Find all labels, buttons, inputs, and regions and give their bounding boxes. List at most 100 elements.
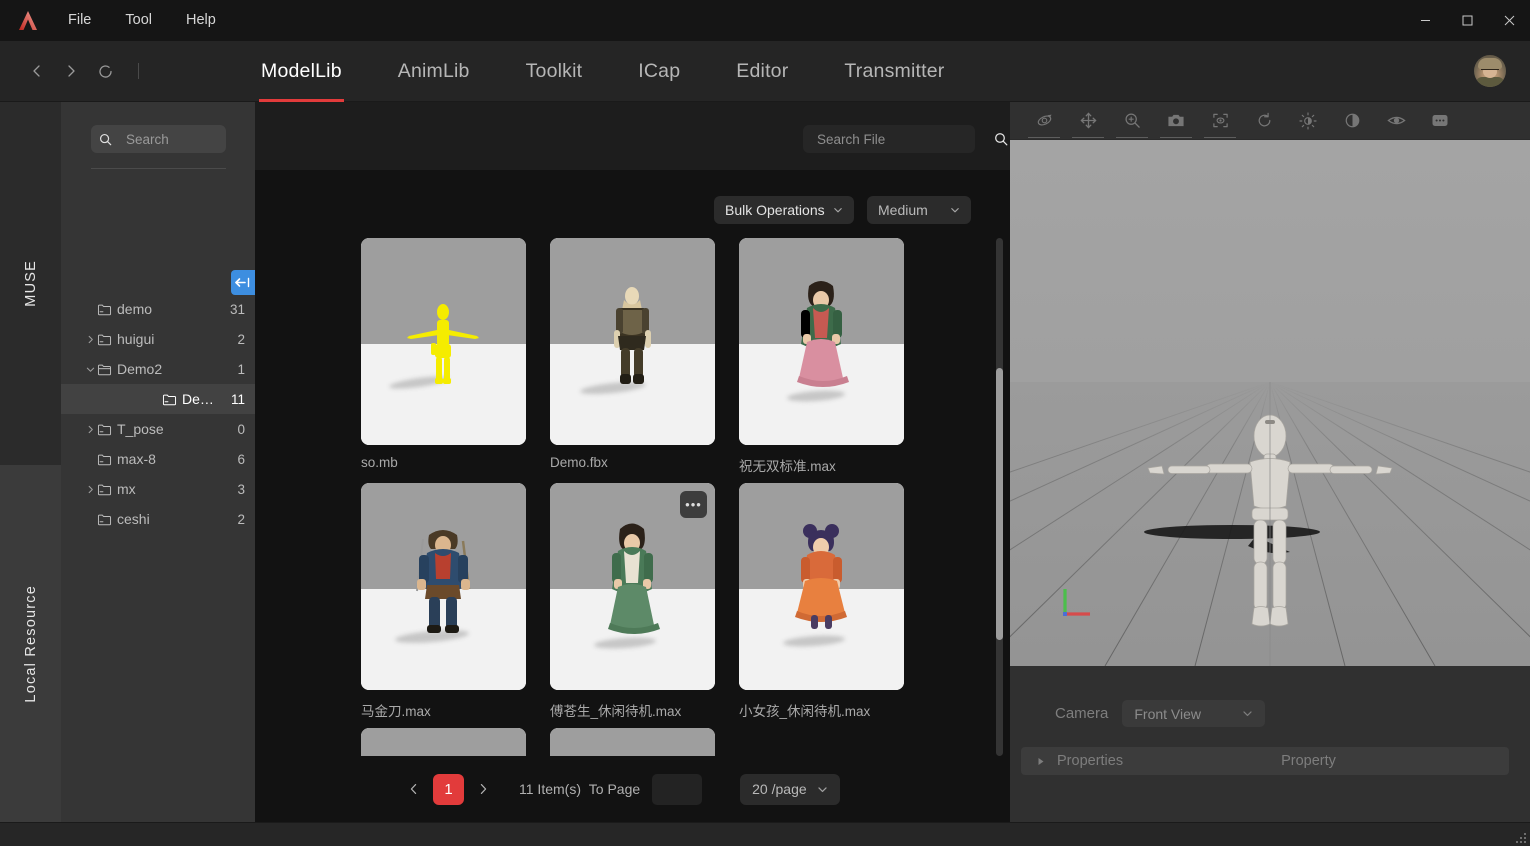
next-page-button[interactable] <box>469 775 497 803</box>
search-icon[interactable] <box>994 132 1008 146</box>
tree-item-count: 3 <box>237 481 245 497</box>
back-button[interactable] <box>22 56 52 86</box>
folder-icon <box>97 303 112 316</box>
chevron-down-icon <box>950 205 960 215</box>
more-options-icon[interactable] <box>1426 108 1454 134</box>
tree-item-demo2-selected[interactable]: Demo2 11 <box>61 384 255 414</box>
pan-icon[interactable] <box>1072 108 1104 138</box>
tree-item-label: T_pose <box>117 421 164 437</box>
search-icon <box>99 133 112 146</box>
file-card[interactable]: ••• 傅苍生_休闲待机.max <box>550 483 715 728</box>
menu-tool[interactable]: Tool <box>113 9 164 32</box>
file-thumbnail[interactable] <box>361 238 526 445</box>
zoom-in-icon[interactable] <box>1116 108 1148 138</box>
file-search-input[interactable] <box>803 131 994 147</box>
properties-bar[interactable]: Properties Property <box>1021 747 1509 775</box>
tree-item-huigui[interactable]: huigui 2 <box>61 324 255 354</box>
vertical-tab-muse[interactable]: MUSE <box>0 102 61 465</box>
minimize-button[interactable] <box>1404 0 1446 41</box>
tree-item-demo[interactable]: demo 31 <box>61 294 255 324</box>
item-count-label: 11 Item(s) To Page <box>519 781 640 797</box>
file-thumbnail[interactable] <box>739 483 904 690</box>
tree-item-t-pose[interactable]: T_pose 0 <box>61 414 255 444</box>
tab-editor[interactable]: Editor <box>708 41 816 102</box>
page-number-1[interactable]: 1 <box>433 773 464 805</box>
focus-frame-icon[interactable] <box>1204 108 1236 138</box>
file-card[interactable]: Demo.fbx <box>550 238 715 483</box>
to-page-input[interactable] <box>652 773 703 805</box>
file-card[interactable] <box>361 728 526 756</box>
chevron-down-icon <box>833 205 843 215</box>
refresh-button[interactable] <box>90 56 120 86</box>
camera-view-value: Front View <box>1134 705 1202 722</box>
file-grid-scrollbar[interactable] <box>996 238 1003 756</box>
property-label: Property <box>1281 753 1336 769</box>
tab-modellib[interactable]: ModelLib <box>233 41 370 102</box>
avatar[interactable] <box>1474 55 1506 87</box>
visibility-icon[interactable] <box>1382 108 1410 134</box>
file-card[interactable]: 马金刀.max <box>361 483 526 728</box>
sidebar-divider <box>91 168 226 169</box>
scrollbar-thumb[interactable] <box>996 368 1003 640</box>
tree-item-mx[interactable]: mx 3 <box>61 474 255 504</box>
forward-button[interactable] <box>56 56 86 86</box>
brightness-icon[interactable] <box>1294 108 1322 134</box>
prev-page-button[interactable] <box>400 775 428 803</box>
file-card[interactable] <box>550 728 715 756</box>
file-thumbnail[interactable] <box>739 238 904 445</box>
tree-item-count: 31 <box>229 301 245 317</box>
file-thumbnail[interactable]: ••• <box>550 483 715 690</box>
file-name: 傅苍生_休闲待机.max <box>550 704 682 719</box>
thumbnail-size-dropdown[interactable]: Medium <box>867 196 971 224</box>
tree-item-demo2-parent[interactable]: Demo2 1 <box>61 354 255 384</box>
file-name: 祝无双标准.max <box>739 459 836 474</box>
reset-rotate-icon[interactable] <box>1250 108 1278 134</box>
chevron-down-icon[interactable] <box>83 365 97 374</box>
file-thumbnail[interactable] <box>550 728 715 756</box>
to-page-label: To Page <box>588 781 641 797</box>
close-button[interactable] <box>1488 0 1530 41</box>
vertical-tab-bar: MUSE Local Resource <box>0 102 61 822</box>
tree-item-count: 6 <box>237 451 245 467</box>
camera-view-dropdown[interactable]: Front View <box>1122 700 1266 727</box>
chevron-right-icon[interactable] <box>83 485 97 494</box>
chevron-right-icon[interactable] <box>83 335 97 344</box>
tree-item-max-8[interactable]: max-8 6 <box>61 444 255 474</box>
tab-icap[interactable]: ICap <box>610 41 708 102</box>
page-size-dropdown[interactable]: 20 /page <box>740 773 840 805</box>
tree-item-ceshi[interactable]: ceshi 2 <box>61 504 255 534</box>
file-card[interactable]: 祝无双标准.max <box>739 238 904 483</box>
contrast-icon[interactable] <box>1338 108 1366 134</box>
tab-animlib[interactable]: AnimLib <box>370 41 498 102</box>
file-card[interactable]: 小女孩_休闲待机.max <box>739 483 904 728</box>
tree-item-count: 2 <box>237 331 245 347</box>
camera-icon[interactable] <box>1160 108 1192 138</box>
menu-help[interactable]: Help <box>174 9 228 32</box>
bulk-operations-dropdown[interactable]: Bulk Operations <box>714 196 854 224</box>
application-window: File Tool Help ModelLib AnimLib Toolkit … <box>0 0 1530 846</box>
file-thumbnail[interactable] <box>361 728 526 756</box>
resize-grip[interactable] <box>1516 833 1527 844</box>
tree-item-label: demo <box>117 301 153 317</box>
sidebar-search[interactable] <box>91 125 303 153</box>
file-card[interactable]: so.mb <box>361 238 526 483</box>
chevron-right-icon[interactable] <box>83 425 97 434</box>
3d-viewport[interactable] <box>1010 140 1530 666</box>
more-options-icon[interactable]: ••• <box>680 491 707 518</box>
file-thumbnail[interactable] <box>361 483 526 690</box>
navigation-bar: ModelLib AnimLib Toolkit ICap Editor Tra… <box>0 41 1530 102</box>
file-thumbnail[interactable] <box>550 238 715 445</box>
vertical-tab-local-resource[interactable]: Local Resource <box>0 465 61 822</box>
collapse-left-icon[interactable] <box>231 270 255 295</box>
bulk-operations-label: Bulk Operations <box>725 202 825 218</box>
menu-file[interactable]: File <box>56 9 103 32</box>
folder-icon <box>97 513 112 526</box>
orbit-icon[interactable] <box>1028 108 1060 138</box>
triangle-right-icon[interactable] <box>1037 757 1045 766</box>
tab-toolkit[interactable]: Toolkit <box>498 41 611 102</box>
tab-transmitter[interactable]: Transmitter <box>816 41 972 102</box>
tree-item-label: mx <box>117 481 136 497</box>
file-search[interactable] <box>803 125 1008 153</box>
nav-divider <box>138 63 139 79</box>
maximize-button[interactable] <box>1446 0 1488 41</box>
